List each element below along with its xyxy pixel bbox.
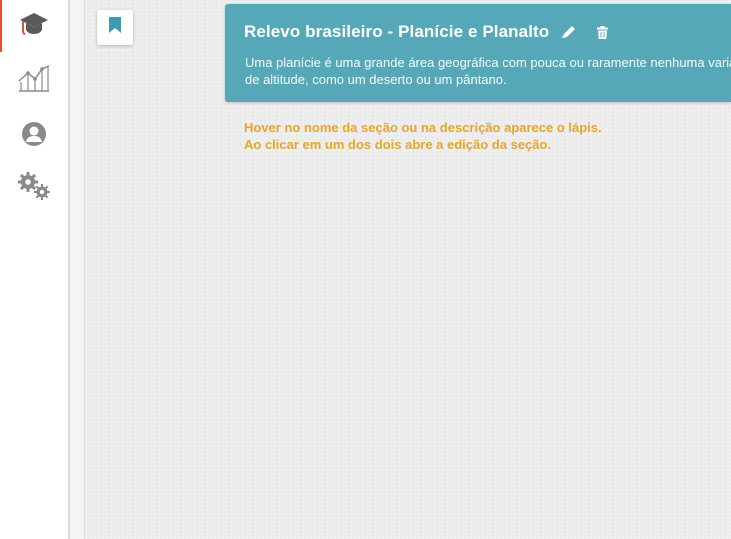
user-icon: [21, 121, 47, 152]
hint-line-1: Hover no nome da seção ou na descrição a…: [244, 120, 602, 135]
hint-text: Hover no nome da seção ou na descrição a…: [244, 119, 602, 153]
section-description[interactable]: Uma planície é uma grande área geográfic…: [245, 54, 731, 88]
main-sidebar: [0, 0, 70, 539]
section-card: Relevo brasileiro - Planície e Planalto …: [225, 4, 731, 102]
sidebar-item-courses[interactable]: [0, 0, 68, 52]
hint-line-2: Ao clicar em um dos dois abre a edição d…: [244, 137, 552, 152]
bookmark-icon: [109, 17, 121, 38]
pencil-icon[interactable]: [561, 25, 577, 39]
sidebar-item-reports[interactable]: [0, 54, 68, 106]
sidebar-item-settings[interactable]: [0, 162, 68, 214]
secondary-panel-strip: [70, 0, 85, 539]
trash-icon[interactable]: [597, 25, 609, 39]
sidebar-item-profile[interactable]: [0, 110, 68, 162]
line-chart-icon: [17, 64, 51, 97]
section-title[interactable]: Relevo brasileiro - Planície e Planalto: [244, 22, 549, 42]
gears-icon: [17, 171, 51, 206]
bookmark-button[interactable]: [97, 10, 133, 45]
section-header: Relevo brasileiro - Planície e Planalto: [244, 22, 609, 42]
graduation-cap-icon: [19, 11, 49, 42]
